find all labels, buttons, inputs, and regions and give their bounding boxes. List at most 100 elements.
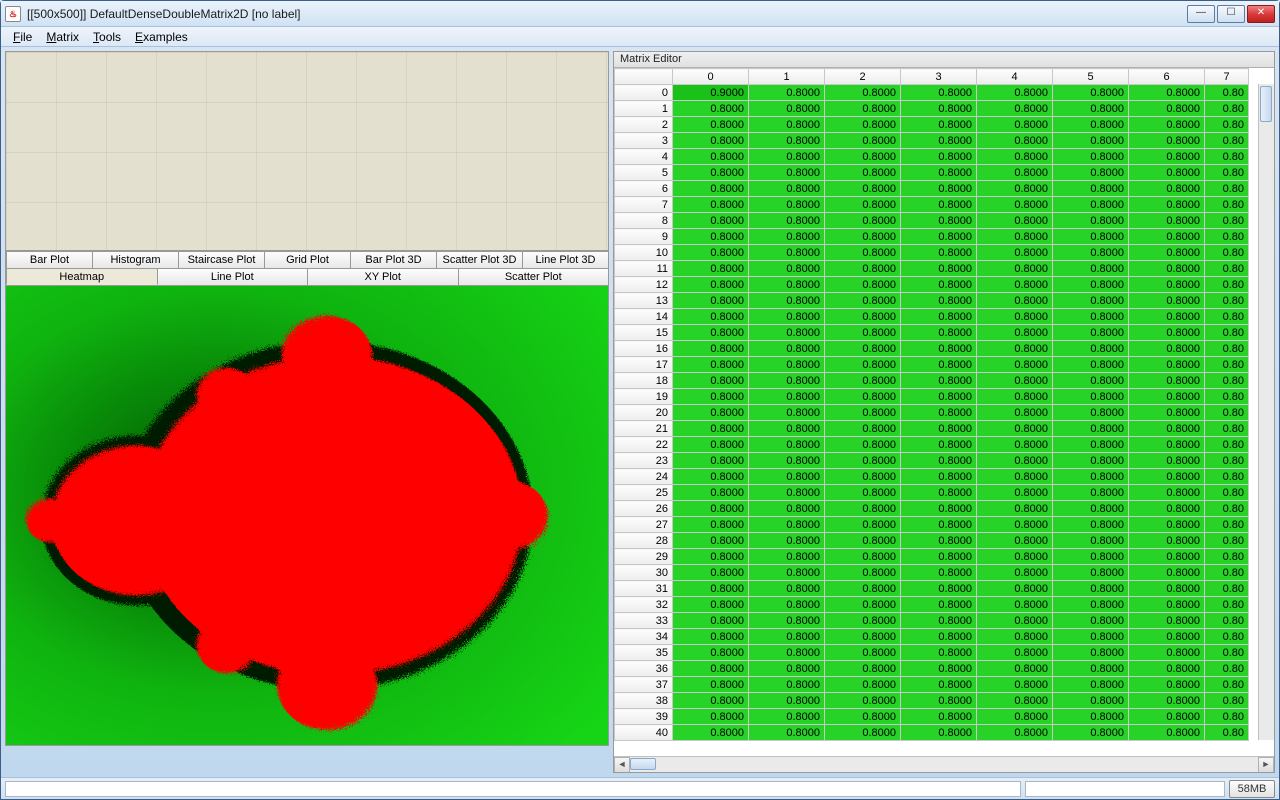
cell[interactable]: 0.8000 xyxy=(901,437,977,453)
cell[interactable]: 0.8000 xyxy=(673,597,749,613)
cell[interactable]: 0.8000 xyxy=(673,229,749,245)
cell[interactable]: 0.8000 xyxy=(901,101,977,117)
cell[interactable]: 0.8000 xyxy=(825,197,901,213)
cell[interactable]: 0.8000 xyxy=(1053,725,1129,741)
row-header[interactable]: 3 xyxy=(615,133,673,149)
cell[interactable]: 0.8000 xyxy=(1129,181,1205,197)
cell[interactable]: 0.8000 xyxy=(901,709,977,725)
cell[interactable]: 0.8000 xyxy=(977,293,1053,309)
cell[interactable]: 0.8000 xyxy=(977,245,1053,261)
row-header[interactable]: 26 xyxy=(615,501,673,517)
cell[interactable]: 0.8000 xyxy=(825,101,901,117)
cell[interactable]: 0.8000 xyxy=(673,501,749,517)
cell[interactable]: 0.80 xyxy=(1205,709,1249,725)
cell[interactable]: 0.8000 xyxy=(901,677,977,693)
cell[interactable]: 0.8000 xyxy=(1053,597,1129,613)
cell[interactable]: 0.80 xyxy=(1205,597,1249,613)
row-header[interactable]: 28 xyxy=(615,533,673,549)
cell[interactable]: 0.8000 xyxy=(1129,597,1205,613)
cell[interactable]: 0.8000 xyxy=(901,405,977,421)
cell[interactable]: 0.80 xyxy=(1205,405,1249,421)
cell[interactable]: 0.8000 xyxy=(977,677,1053,693)
cell[interactable]: 0.8000 xyxy=(749,197,825,213)
cell[interactable]: 0.8000 xyxy=(673,453,749,469)
cell[interactable]: 0.9000 xyxy=(673,85,749,101)
cell[interactable]: 0.8000 xyxy=(977,165,1053,181)
cell[interactable]: 0.8000 xyxy=(673,405,749,421)
cell[interactable]: 0.80 xyxy=(1205,117,1249,133)
cell[interactable]: 0.8000 xyxy=(749,341,825,357)
cell[interactable]: 0.8000 xyxy=(825,597,901,613)
row-header[interactable]: 40 xyxy=(615,725,673,741)
horizontal-scrollbar[interactable]: ◄ ► xyxy=(614,756,1274,772)
cell[interactable]: 0.8000 xyxy=(749,581,825,597)
cell[interactable]: 0.80 xyxy=(1205,197,1249,213)
cell[interactable]: 0.8000 xyxy=(977,357,1053,373)
cell[interactable]: 0.8000 xyxy=(901,357,977,373)
cell[interactable]: 0.8000 xyxy=(825,645,901,661)
cell[interactable]: 0.8000 xyxy=(1053,309,1129,325)
memory-button[interactable]: 58MB xyxy=(1229,780,1275,798)
cell[interactable]: 0.8000 xyxy=(1129,357,1205,373)
cell[interactable]: 0.80 xyxy=(1205,581,1249,597)
cell[interactable]: 0.8000 xyxy=(977,213,1053,229)
cell[interactable]: 0.80 xyxy=(1205,213,1249,229)
cell[interactable]: 0.8000 xyxy=(673,245,749,261)
cell[interactable]: 0.80 xyxy=(1205,661,1249,677)
cell[interactable]: 0.8000 xyxy=(901,453,977,469)
cell[interactable]: 0.8000 xyxy=(901,613,977,629)
cell[interactable]: 0.8000 xyxy=(977,453,1053,469)
cell[interactable]: 0.8000 xyxy=(825,133,901,149)
cell[interactable]: 0.8000 xyxy=(1129,469,1205,485)
cell[interactable]: 0.80 xyxy=(1205,677,1249,693)
cell[interactable]: 0.8000 xyxy=(1053,261,1129,277)
cell[interactable]: 0.8000 xyxy=(749,133,825,149)
cell[interactable]: 0.8000 xyxy=(1129,293,1205,309)
cell[interactable]: 0.8000 xyxy=(1129,501,1205,517)
cell[interactable]: 0.8000 xyxy=(749,597,825,613)
menu-file[interactable]: File xyxy=(7,28,38,46)
cell[interactable]: 0.8000 xyxy=(977,629,1053,645)
cell[interactable]: 0.80 xyxy=(1205,533,1249,549)
cell[interactable]: 0.8000 xyxy=(1053,517,1129,533)
cell[interactable]: 0.8000 xyxy=(901,133,977,149)
cell[interactable]: 0.8000 xyxy=(673,309,749,325)
cell[interactable]: 0.8000 xyxy=(825,421,901,437)
cell[interactable]: 0.8000 xyxy=(901,389,977,405)
cell[interactable]: 0.8000 xyxy=(977,325,1053,341)
cell[interactable]: 0.8000 xyxy=(749,533,825,549)
menu-tools[interactable]: Tools xyxy=(87,28,127,46)
cell[interactable]: 0.8000 xyxy=(673,117,749,133)
row-header[interactable]: 12 xyxy=(615,277,673,293)
cell[interactable]: 0.8000 xyxy=(825,373,901,389)
titlebar[interactable]: ♨ [[500x500]] DefaultDenseDoubleMatrix2D… xyxy=(1,1,1279,27)
row-header[interactable]: 0 xyxy=(615,85,673,101)
cell[interactable]: 0.8000 xyxy=(901,597,977,613)
heatmap-plot[interactable] xyxy=(5,286,609,746)
cell[interactable]: 0.8000 xyxy=(977,101,1053,117)
cell[interactable]: 0.8000 xyxy=(901,373,977,389)
row-header[interactable]: 29 xyxy=(615,549,673,565)
cell[interactable]: 0.8000 xyxy=(1129,165,1205,181)
tab-bar-plot[interactable]: Bar Plot xyxy=(6,251,93,268)
cell[interactable]: 0.8000 xyxy=(1053,85,1129,101)
cell[interactable]: 0.8000 xyxy=(673,165,749,181)
cell[interactable]: 0.8000 xyxy=(901,261,977,277)
cell[interactable]: 0.80 xyxy=(1205,613,1249,629)
cell[interactable]: 0.8000 xyxy=(1129,661,1205,677)
cell[interactable]: 0.8000 xyxy=(901,213,977,229)
row-header[interactable]: 35 xyxy=(615,645,673,661)
cell[interactable]: 0.8000 xyxy=(673,341,749,357)
row-header[interactable]: 11 xyxy=(615,261,673,277)
cell[interactable]: 0.8000 xyxy=(1053,469,1129,485)
cell[interactable]: 0.8000 xyxy=(825,533,901,549)
cell[interactable]: 0.8000 xyxy=(749,165,825,181)
cell[interactable]: 0.8000 xyxy=(1129,133,1205,149)
cell[interactable]: 0.8000 xyxy=(977,549,1053,565)
cell[interactable]: 0.8000 xyxy=(749,181,825,197)
cell[interactable]: 0.8000 xyxy=(825,229,901,245)
cell[interactable]: 0.8000 xyxy=(977,85,1053,101)
row-header[interactable]: 9 xyxy=(615,229,673,245)
cell[interactable]: 0.8000 xyxy=(749,245,825,261)
cell[interactable]: 0.8000 xyxy=(901,533,977,549)
